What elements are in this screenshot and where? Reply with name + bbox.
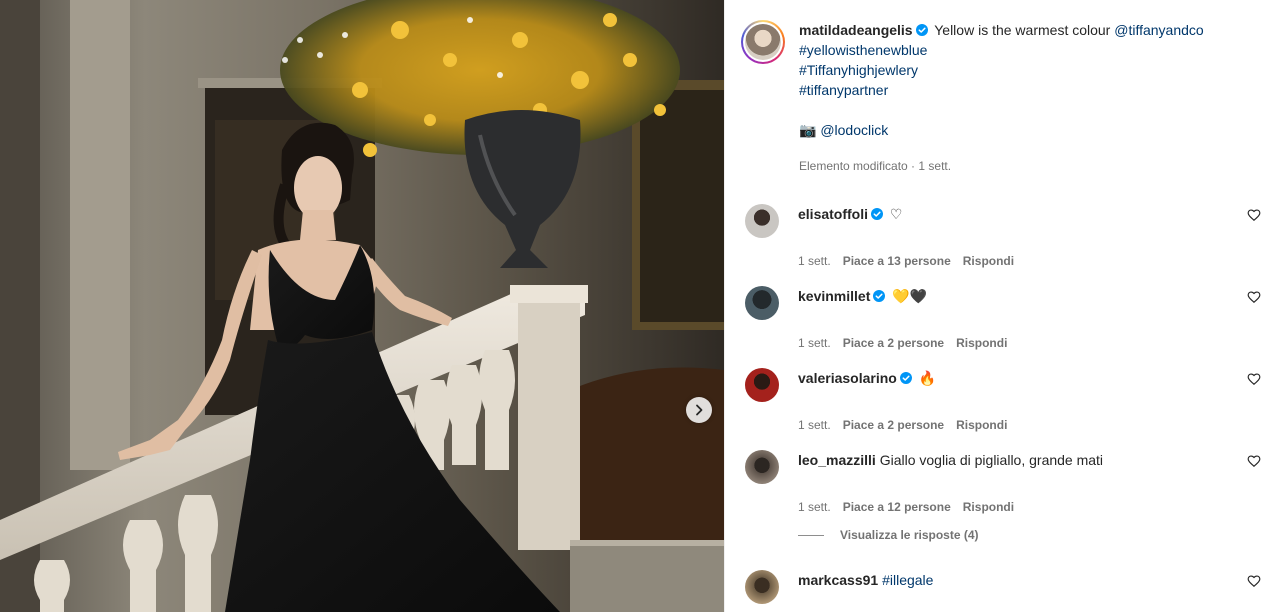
commenter-username[interactable]: markcass91	[798, 572, 878, 588]
verified-badge-icon	[871, 208, 884, 220]
comment-time: 1 sett.	[798, 254, 831, 268]
heart-icon	[1247, 575, 1261, 588]
like-comment-button[interactable]	[1247, 372, 1261, 386]
comment-likes[interactable]: Piace a 2 persone	[843, 418, 944, 432]
replies-divider	[798, 534, 824, 536]
comment-likes[interactable]: Piace a 13 persone	[843, 254, 951, 268]
like-comment-button[interactable]	[1247, 208, 1261, 222]
reply-button[interactable]: Rispondi	[963, 500, 1014, 514]
verified-badge-icon	[873, 290, 886, 302]
verified-badge-icon	[915, 24, 928, 36]
instagram-post: matildadeangelis Yellow is the warmest c…	[0, 0, 1280, 612]
reply-button[interactable]: Rispondi	[956, 418, 1007, 432]
hashtag-link[interactable]: #illegale	[882, 572, 933, 588]
hashtag-link[interactable]: #tiffanypartner	[799, 82, 888, 98]
heart-icon	[1247, 291, 1261, 304]
comment-emoji: 🔥	[918, 371, 937, 387]
comment-item: kevinmillet 💛🖤 1 sett. Piace a 2 persone…	[741, 286, 1261, 350]
comment-text: Giallo voglia di pigliallo, grande mati	[879, 452, 1104, 468]
comment-item: markcass91 #illegale	[741, 570, 1261, 604]
caption-text: Yellow is the warmest colour	[934, 22, 1111, 38]
comment-emoji: 💛🖤	[892, 289, 928, 305]
comment-emoji: ♡	[889, 207, 903, 223]
like-comment-button[interactable]	[1247, 574, 1261, 588]
comment-likes[interactable]: Piace a 2 persone	[843, 336, 944, 350]
comment-likes[interactable]: Piace a 12 persone	[843, 500, 951, 514]
commenter-username[interactable]: valeriasolarino	[798, 370, 897, 386]
view-replies-label: Visualizza le risposte (4)	[840, 528, 979, 542]
hashtag-link[interactable]: #Tiffanyhighjewlery	[799, 62, 918, 78]
photo-scene	[0, 0, 724, 612]
commenter-avatar[interactable]	[745, 204, 779, 238]
reply-button[interactable]: Rispondi	[956, 336, 1007, 350]
chevron-right-icon	[696, 404, 703, 416]
heart-icon	[1247, 455, 1261, 468]
post-caption: matildadeangelis Yellow is the warmest c…	[741, 20, 1261, 176]
caption-mention[interactable]: @tiffanyandco	[1114, 22, 1203, 38]
comment-time: 1 sett.	[798, 500, 831, 514]
commenter-avatar[interactable]	[745, 570, 779, 604]
commenter-avatar[interactable]	[745, 368, 779, 402]
edited-timestamp: Elemento modificato · 1 sett.	[799, 159, 952, 173]
comment-item: leo_mazzilli Giallo voglia di pigliallo,…	[741, 450, 1261, 514]
like-comment-button[interactable]	[1247, 290, 1261, 304]
verified-badge-icon	[899, 372, 912, 384]
heart-icon	[1247, 209, 1261, 222]
author-avatar[interactable]	[741, 20, 785, 64]
commenter-username[interactable]: leo_mazzilli	[798, 452, 876, 468]
like-comment-button[interactable]	[1247, 454, 1261, 468]
comment-time: 1 sett.	[798, 418, 831, 432]
reply-button[interactable]: Rispondi	[963, 254, 1014, 268]
commenter-avatar[interactable]	[745, 450, 779, 484]
commenter-avatar[interactable]	[745, 286, 779, 320]
post-side-panel: matildadeangelis Yellow is the warmest c…	[724, 0, 1280, 612]
view-replies-button[interactable]: Visualizza le risposte (4)	[798, 528, 979, 542]
next-photo-button[interactable]	[686, 397, 712, 423]
commenter-username[interactable]: elisatoffoli	[798, 206, 868, 222]
comment-item: elisatoffoli ♡ 1 sett. Piace a 13 person…	[741, 204, 1261, 268]
photo-credit-mention[interactable]: @lodoclick	[820, 122, 888, 138]
comment-item: valeriasolarino 🔥 1 sett. Piace a 2 pers…	[741, 368, 1261, 432]
comment-time: 1 sett.	[798, 336, 831, 350]
heart-icon	[1247, 373, 1261, 386]
commenter-username[interactable]: kevinmillet	[798, 288, 870, 304]
post-photo[interactable]	[0, 0, 724, 612]
camera-icon: 📷	[799, 123, 817, 139]
author-username[interactable]: matildadeangelis	[799, 22, 913, 38]
hashtag-link[interactable]: #yellowisthenewblue	[799, 42, 927, 58]
